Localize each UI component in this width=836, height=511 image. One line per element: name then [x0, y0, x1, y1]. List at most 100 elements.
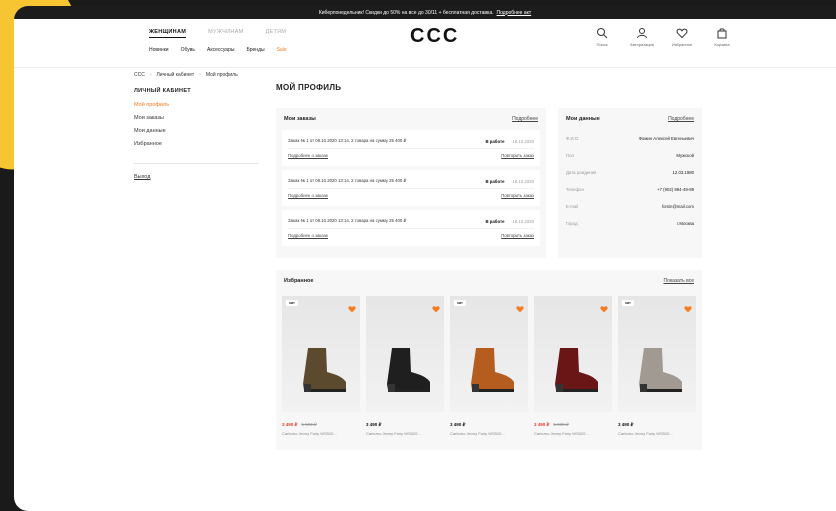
product-image[interactable]: хит	[282, 296, 360, 412]
order-row: Заказ № 1 от 06.10.2020 13:14, 2 товара …	[282, 130, 540, 166]
product-image[interactable]: хит	[618, 296, 696, 412]
order-status: В работе	[485, 178, 505, 184]
order-date: 18.10.2020	[512, 218, 534, 224]
product-name[interactable]: Cartomo Jenny Fairy WS520...	[618, 431, 696, 436]
product-image[interactable]	[366, 296, 444, 412]
promo-text: Киберпонедельник! Скидки до 50% на все д…	[318, 9, 494, 16]
favorite-heart-icon[interactable]	[348, 300, 356, 313]
my-data-card: Мои данные Подробнее Ф.И.О. Фомин Алексей…	[558, 108, 702, 258]
sidebar-title: ЛИЧНЫЙ КАБИНЕТ	[134, 88, 191, 94]
subnav-item-3[interactable]: Бренды	[246, 47, 264, 53]
data-field-value: Фомин Алексей Евгеньевич	[638, 136, 694, 141]
header-icons: Поиск Авторизация Избранное Корзина	[589, 27, 735, 47]
nav-tab-1[interactable]: МУЖЧИНАМ	[208, 29, 243, 38]
order-summary: Заказ № 1 от 06.10.2020 13:14, 2 товара …	[288, 134, 534, 149]
product-price: 3 490 ₽	[450, 422, 528, 428]
sidebar-item-0[interactable]: Мой профиль	[134, 102, 259, 108]
breadcrumb-separator: ›	[149, 72, 152, 78]
product-name[interactable]: Cartomo Jenny Fairy WS520...	[282, 431, 360, 436]
product-name[interactable]: Cartomo Jenny Fairy WS520...	[450, 431, 528, 436]
data-field-value: +7 (902) 894-49-89	[657, 187, 694, 192]
product-current-price: 3 490 ₽	[366, 422, 382, 427]
data-field-row: Телефон +7 (902) 894-49-89	[558, 181, 702, 198]
orders-card: Мои заказы Подробнее Заказ № 1 от 06.10.…	[276, 108, 546, 258]
order-summary: Заказ № 1 от 06.10.2020 13:14, 2 товара …	[288, 174, 534, 189]
subnav-item-1[interactable]: Обувь	[181, 47, 195, 53]
sidebar-item-2[interactable]: Мои данные	[134, 128, 259, 134]
promo-link[interactable]: Подробнее акт	[497, 10, 532, 16]
favorite-heart-icon[interactable]	[432, 300, 440, 313]
product-old-price: 5 590 ₽	[553, 422, 569, 427]
breadcrumb-item-0[interactable]: CCC	[134, 72, 145, 78]
search-icon	[596, 27, 608, 42]
product-badge: хит	[286, 300, 298, 306]
product-badge: хит	[622, 300, 634, 306]
favorite-heart-icon[interactable]	[600, 300, 608, 313]
subnav-item-0[interactable]: Новинки	[149, 47, 169, 53]
breadcrumb-item-1[interactable]: Личный кабинет	[157, 72, 195, 78]
favorite-heart-icon[interactable]	[684, 300, 692, 313]
orders-more-link[interactable]: Подробнее	[512, 116, 538, 122]
product-image[interactable]	[534, 296, 612, 412]
main-nav: ЖЕНЩИНАМ МУЖЧИНАМ ДЕТЯМ	[149, 29, 286, 38]
boot-image	[378, 346, 434, 394]
favorites-show-all-link[interactable]: Показать все	[663, 278, 694, 284]
nav-tab-0[interactable]: ЖЕНЩИНАМ	[149, 29, 187, 38]
product-old-price: 5 590 ₽	[301, 422, 317, 427]
order-repeat-link[interactable]: Повторить заказ	[501, 193, 534, 198]
header-search-button[interactable]: Поиск	[589, 27, 615, 47]
product-card[interactable]: 3 490 ₽ Cartomo Jenny Fairy WS520...	[366, 296, 444, 436]
product-name[interactable]: Cartomo Jenny Fairy WS520...	[534, 431, 612, 436]
bag-icon	[716, 27, 728, 42]
product-current-price: 3 490 ₽	[450, 422, 466, 427]
order-description: Заказ № 1 от 06.10.2020 13:14, 2 товара …	[288, 138, 407, 143]
account-sidebar: ЛИЧНЫЙ КАБИНЕТ Мой профиль Мои заказы Мои …	[134, 88, 259, 180]
logout-link[interactable]: Выход	[134, 174, 259, 180]
my-data-more-link[interactable]: Подробнее	[668, 116, 694, 122]
boot-image	[630, 346, 686, 394]
order-details-link[interactable]: Подробнее о заказе	[288, 153, 328, 158]
data-field-label: Пол	[566, 153, 574, 158]
subnav-item-2[interactable]: Аксессуары	[207, 47, 234, 53]
header-icon-label: Поиск	[596, 42, 608, 47]
header-bag-button[interactable]: Корзина	[709, 27, 735, 47]
site-header: ЖЕНЩИНАМ МУЖЧИНАМ ДЕТЯМ Новинки Обувь Аксесс…	[14, 19, 836, 68]
product-card[interactable]: хит 3 490 ₽5 590 ₽ Cartomo Jenny Fairy WS5…	[282, 296, 360, 436]
product-current-price: 3 490 ₽	[534, 422, 550, 427]
heart-icon	[676, 27, 688, 42]
favorites-card: Избранное Показать все хит 3 490 ₽5 590 ₽…	[276, 270, 702, 450]
product-card[interactable]: хит 3 490 ₽ Cartomo Jenny Fairy WS520...	[450, 296, 528, 436]
sidebar-divider	[134, 163, 259, 164]
product-current-price: 3 490 ₽	[618, 422, 634, 427]
order-description: Заказ № 1 от 06.10.2020 13:14, 2 товара …	[288, 178, 407, 183]
data-field-row: E-mail fomin@mail.com	[558, 198, 702, 215]
favorite-heart-icon[interactable]	[516, 300, 524, 313]
user-icon	[636, 27, 648, 42]
subnav-item-4[interactable]: Sale	[277, 47, 287, 53]
product-card[interactable]: 3 490 ₽5 590 ₽ Cartomo Jenny Fairy WS520.…	[534, 296, 612, 436]
header-user-button[interactable]: Авторизация	[629, 27, 655, 47]
breadcrumb: CCC › Личный кабинет › Мой профиль	[134, 72, 238, 78]
order-details-link[interactable]: Подробнее о заказе	[288, 193, 328, 198]
nav-tab-2[interactable]: ДЕТЯМ	[266, 29, 287, 38]
sidebar-item-1[interactable]: Мои заказы	[134, 115, 259, 121]
data-field-row: Ф.И.О. Фомин Алексей Евгеньевич	[558, 130, 702, 147]
sidebar-item-3[interactable]: Избранное	[134, 141, 259, 147]
data-field-label: Ф.И.О.	[566, 136, 580, 141]
order-repeat-link[interactable]: Повторить заказ	[501, 233, 534, 238]
product-current-price: 3 490 ₽	[282, 422, 298, 427]
product-card[interactable]: хит 3 490 ₽ Cartomo Jenny Fairy WS520...	[618, 296, 696, 436]
header-heart-button[interactable]: Избранное	[669, 27, 695, 47]
boot-image	[294, 346, 350, 394]
site-logo[interactable]: CCC	[410, 25, 459, 48]
order-status: В работе	[485, 138, 505, 144]
breadcrumb-separator: ›	[199, 72, 201, 78]
product-image[interactable]: хит	[450, 296, 528, 412]
data-field-row: Пол Мужской	[558, 147, 702, 164]
product-name[interactable]: Cartomo Jenny Fairy WS520...	[366, 431, 444, 436]
data-field-value: fomin@mail.com	[661, 204, 694, 209]
order-repeat-link[interactable]: Повторить заказ	[501, 153, 534, 158]
product-price: 3 490 ₽	[618, 422, 696, 428]
breadcrumb-item-2[interactable]: Мой профиль	[206, 72, 238, 78]
order-details-link[interactable]: Подробнее о заказе	[288, 233, 328, 238]
